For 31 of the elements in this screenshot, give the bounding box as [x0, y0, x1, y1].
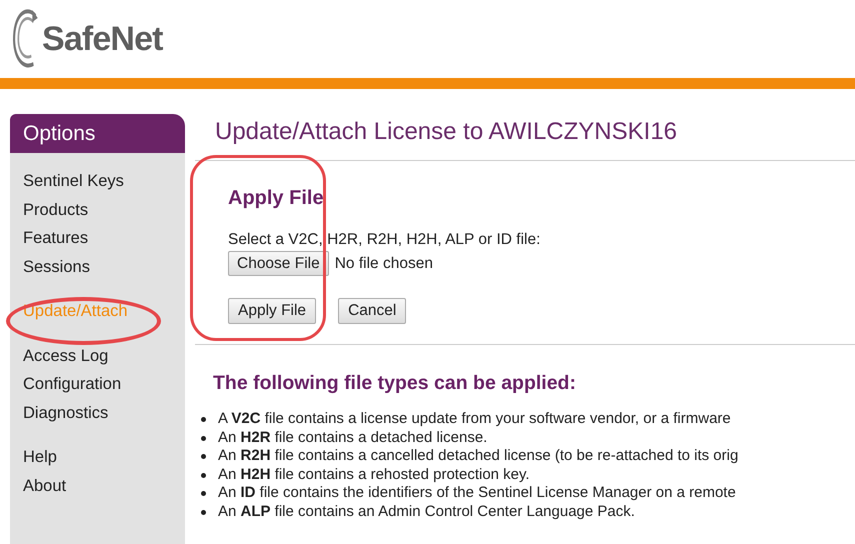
- list-item-text: An ID file contains the identifiers of the Sentinel License Manager on a remote: [218, 483, 736, 504]
- sidebar-link[interactable]: Access Log: [23, 342, 108, 370]
- bullet-icon: [201, 510, 206, 514]
- list-item-text: An H2R file contains a detached license.: [218, 428, 488, 448]
- sidebar-link[interactable]: Products: [23, 196, 88, 224]
- sidebar-header: Options: [10, 114, 185, 153]
- bullet-icon: [201, 454, 206, 459]
- logo-text: SafeNet: [42, 18, 163, 60]
- prompt-text: Select a V2C, H2R, R2H, H2H, ALP or ID file:: [228, 231, 542, 249]
- choose-file-button[interactable]: Choose File: [228, 251, 329, 276]
- sidebar-link[interactable]: Diagnostics: [23, 398, 108, 427]
- apply-file-button[interactable]: Apply File: [228, 298, 316, 324]
- section-heading: Apply File: [228, 186, 325, 211]
- list-item-text: A V2C file contains a license update from your software vendor, or a firmware: [218, 409, 731, 430]
- bullet-icon: [201, 491, 206, 496]
- bullet-icon: [201, 417, 206, 422]
- sidebar-link[interactable]: About: [23, 472, 66, 500]
- list-item-text: An ALP file contains an Admin Control Center Language Pack.: [218, 502, 635, 522]
- list-item-text: An R2H file contains a cancelled detached license (to be re-attached to its orig: [218, 446, 738, 466]
- list-item-text: An H2H file contains a rehosted protection key.: [218, 464, 530, 485]
- section-heading: The following file types can be applied:: [213, 371, 577, 396]
- file-status-text: No file chosen: [334, 254, 433, 274]
- bullet-icon: [201, 436, 206, 440]
- sidebar-link[interactable]: Sessions: [23, 252, 90, 281]
- sidebar-link[interactable]: Help: [23, 443, 57, 472]
- sidebar-link[interactable]: Configuration: [23, 370, 122, 398]
- cancel-button[interactable]: Cancel: [338, 298, 406, 324]
- bullet-icon: [201, 472, 206, 478]
- page-title: Update/Attach License to AWILCZYNSKI16: [214, 117, 678, 147]
- sidebar-link[interactable]: Features: [23, 224, 88, 252]
- sidebar-link[interactable]: Sentinel Keys: [23, 167, 124, 196]
